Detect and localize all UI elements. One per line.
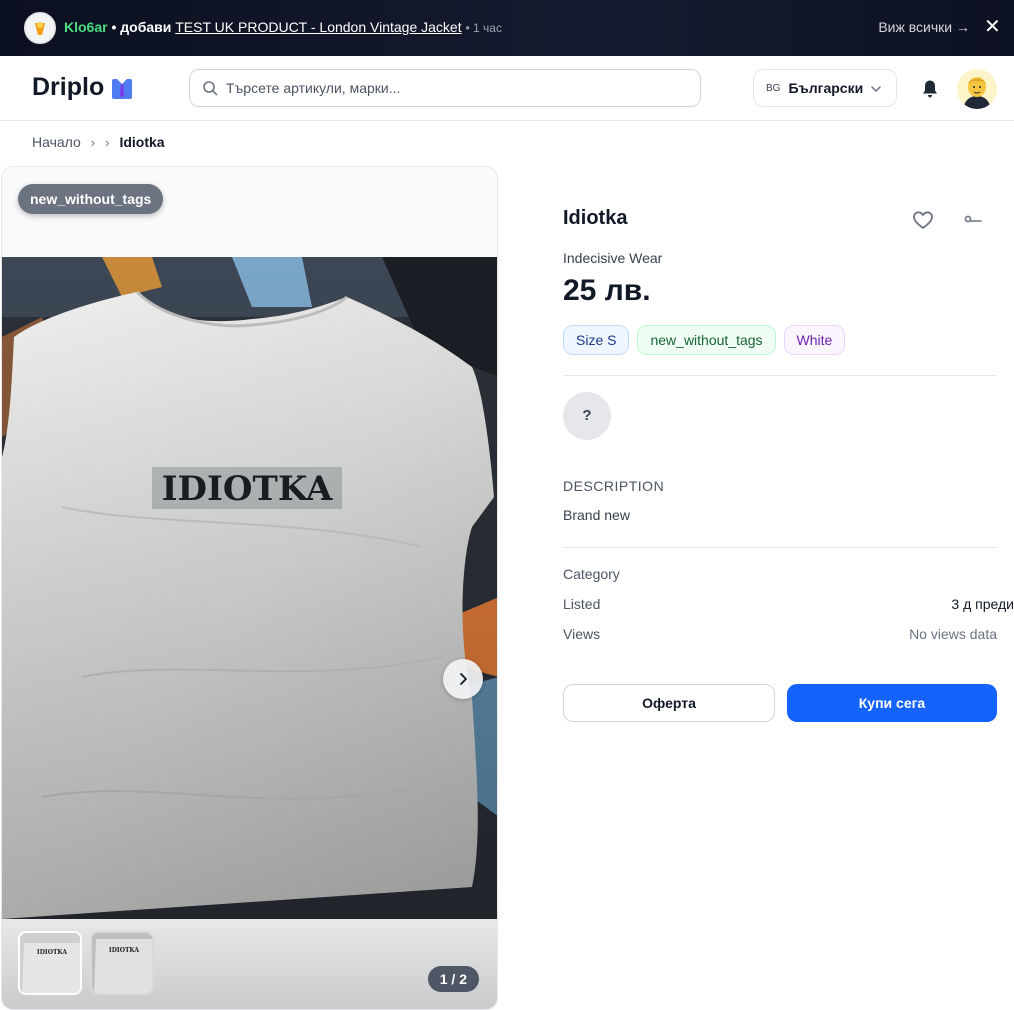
search-icon bbox=[203, 81, 218, 96]
views-label: Views bbox=[563, 626, 601, 642]
thumbnail-2[interactable]: IDIOTKA bbox=[90, 931, 154, 995]
product-price: 25 лв. bbox=[563, 274, 651, 307]
buy-now-button[interactable]: Купи сега bbox=[787, 684, 997, 722]
search-input[interactable] bbox=[226, 78, 686, 98]
chevron-down-icon bbox=[871, 86, 881, 93]
see-all-link[interactable]: Виж всички → bbox=[878, 19, 970, 35]
search-bar[interactable] bbox=[189, 69, 701, 107]
notification-user-name[interactable]: Klo6ar bbox=[64, 19, 108, 35]
meta-row-category: Category bbox=[563, 566, 997, 582]
language-name: Български bbox=[788, 80, 864, 96]
meta-row-views: Views No views data bbox=[563, 626, 997, 642]
bell-icon[interactable] bbox=[921, 79, 939, 99]
listed-label: Listed bbox=[563, 596, 601, 612]
shirt-tie-icon bbox=[112, 78, 133, 99]
condition-badge: new_without_tags bbox=[18, 184, 164, 214]
breadcrumb-home[interactable]: Начало bbox=[32, 134, 81, 150]
divider bbox=[563, 547, 997, 548]
product-brand[interactable]: Indecisive Wear bbox=[563, 250, 662, 266]
product-title: Idiotka bbox=[563, 207, 628, 229]
thumbnail-1[interactable]: IDIOTKA bbox=[18, 931, 82, 995]
language-code: BG bbox=[766, 82, 781, 94]
share-icon[interactable] bbox=[962, 210, 984, 230]
notification-time: • 1 час bbox=[465, 21, 502, 35]
thumbnail-1-print-text: IDIOTKA bbox=[37, 949, 67, 956]
user-avatar[interactable] bbox=[957, 69, 997, 109]
close-icon[interactable]: ✕ bbox=[984, 16, 1001, 38]
breadcrumb-current: Idiotka bbox=[119, 134, 165, 150]
notification-message: Klo6ar • добави TEST UK PRODUCT - London… bbox=[64, 19, 502, 35]
meta-row-listed: Listed 3 д преди bbox=[563, 596, 1014, 612]
heart-icon[interactable] bbox=[911, 208, 935, 232]
site-header: Driplo BG Български bbox=[0, 56, 1014, 121]
notification-user-avatar[interactable] bbox=[24, 12, 56, 44]
breadcrumb: Начало › › Idiotka bbox=[32, 134, 165, 150]
product-gallery: new_without_tags IDIOTKA IDIOTKA 1 / 2 bbox=[1, 166, 498, 1010]
condition-tag: new_without_tags bbox=[637, 325, 776, 355]
make-offer-button[interactable]: Оферта bbox=[563, 684, 775, 722]
notification-action: • добави bbox=[111, 19, 172, 35]
seller-avatar[interactable]: ? bbox=[563, 392, 611, 440]
category-label: Category bbox=[563, 566, 620, 582]
listed-value: 3 д преди bbox=[951, 596, 1014, 612]
breadcrumb-separator: › bbox=[105, 134, 110, 150]
chevron-right-icon bbox=[460, 673, 467, 685]
logo-text: Driplo bbox=[32, 73, 105, 101]
color-tag: White bbox=[783, 325, 846, 355]
description-text: Brand new bbox=[563, 507, 630, 523]
next-image-button[interactable] bbox=[443, 659, 483, 699]
thumbnail-strip: IDIOTKA IDIOTKA 1 / 2 bbox=[2, 919, 497, 1009]
breadcrumb-separator: › bbox=[90, 134, 96, 150]
divider bbox=[563, 375, 997, 376]
activity-notification-bar: Klo6ar • добави TEST UK PRODUCT - London… bbox=[0, 0, 1014, 56]
product-main-image[interactable]: IDIOTKA bbox=[2, 257, 497, 919]
image-counter: 1 / 2 bbox=[427, 966, 479, 992]
notification-product-link[interactable]: TEST UK PRODUCT - London Vintage Jacket bbox=[175, 19, 461, 35]
site-logo[interactable]: Driplo bbox=[32, 73, 134, 102]
language-selector[interactable]: BG Български bbox=[753, 69, 897, 107]
size-tag: Size S bbox=[563, 325, 630, 355]
product-tags: Size S new_without_tags White bbox=[563, 325, 846, 355]
thumbnail-2-print-text: IDIOTKA bbox=[109, 947, 139, 954]
description-heading: DESCRIPTION bbox=[563, 478, 665, 494]
views-value: No views data bbox=[909, 626, 997, 642]
